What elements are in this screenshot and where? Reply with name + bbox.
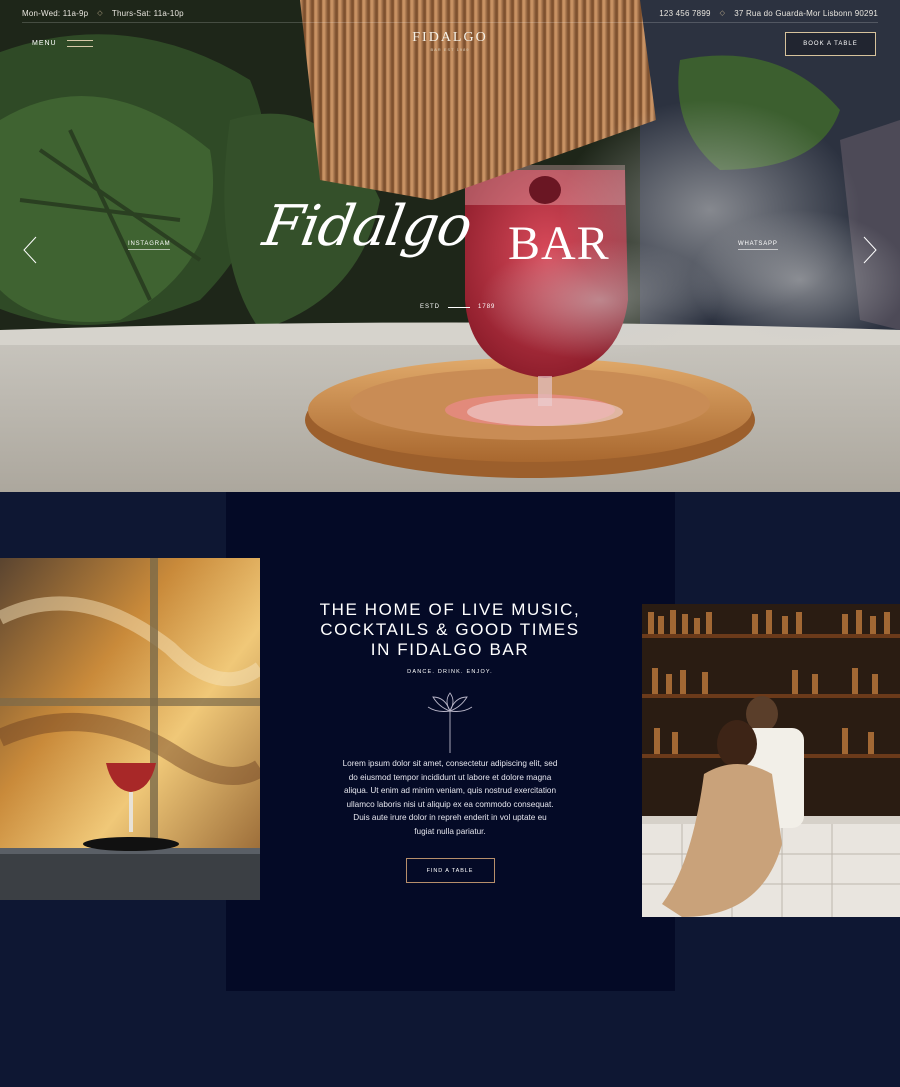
phone-link[interactable]: 123 456 7899 [659,9,710,18]
hours-weekday: Mon-Wed: 11a-9p [22,8,89,18]
site-logo[interactable]: FIDALGO BAR EST 1989 [400,30,500,52]
diamond-icon: ◇ [97,10,103,17]
estd-divider [448,306,471,308]
cocktail-photo [0,558,260,900]
header-divider [22,22,878,23]
chevron-right-icon[interactable] [862,236,878,264]
headline-line-3: IN FIDALGO BAR [370,640,530,659]
whatsapp-link[interactable]: WHATSAPP [738,241,778,250]
bar-counter-photo [642,604,900,917]
headline-line-1: THE HOME OF LIVE MUSIC, [319,600,581,619]
hero-section: Mon-Wed: 11a-9p ◇ Thurs-Sat: 11a-10p 123… [0,0,900,492]
cocktail-image [0,558,260,900]
hero-title-script: Fidalgo [258,194,477,259]
hero-title: Fidalgo BAR ESTD 1789 [258,188,642,318]
logo-name: FIDALGO [412,30,488,45]
chevron-left-icon[interactable] [22,236,38,264]
estd-label: ESTD [420,304,441,310]
instagram-link[interactable]: INSTAGRAM [128,241,171,250]
bartender-image [642,604,900,917]
headline-line-2: COCKTAILS & GOOD TIMES [320,620,580,639]
established-line: ESTD 1789 [420,304,495,310]
book-table-button[interactable]: BOOK A TABLE [785,32,876,56]
find-table-button[interactable]: FIND A TABLE [405,858,495,883]
hours-weekend: Thurs-Sat: 11a-10p [111,8,184,18]
menu-button[interactable]: MENU [32,40,93,47]
address-link[interactable]: 37 Rua do Guarda-Mor Lisbonn 90291 [734,9,878,18]
estd-year: 1789 [478,304,496,310]
intro-tagline: DANCE. DRINK. ENJOY. [407,669,493,675]
intro-content: THE HOME OF LIVE MUSIC, COCKTAILS & GOOD… [300,600,600,883]
lotus-icon [427,692,473,753]
logo-subtitle: BAR EST 1989 [430,47,470,52]
intro-body-text: Lorem ipsum dolor sit amet, consectetur … [342,759,558,836]
diamond-icon: ◇ [719,10,726,17]
top-info-bar: Mon-Wed: 11a-9p ◇ Thurs-Sat: 11a-10p 123… [22,4,878,22]
hamburger-icon [66,40,93,47]
menu-label: MENU [32,40,57,47]
hero-title-bar: BAR [508,217,610,270]
intro-headline: THE HOME OF LIVE MUSIC, COCKTAILS & GOOD… [300,600,600,660]
